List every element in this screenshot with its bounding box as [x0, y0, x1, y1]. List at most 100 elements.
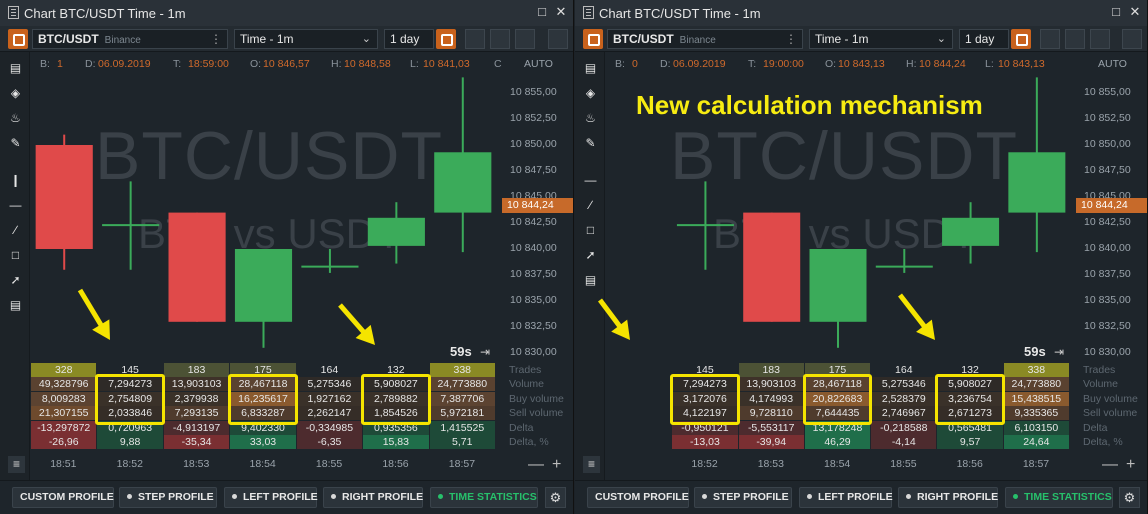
lock-button[interactable] [1040, 29, 1060, 49]
stat-cell: 183 [163, 363, 230, 377]
zoom-out-icon[interactable]: — [528, 456, 544, 474]
auto-scale-label[interactable]: AUTO [524, 58, 553, 70]
stats-row-sell: 4,122197 9,728110 7,644435 2,746967 2,671273… [606, 406, 1070, 421]
time-tick: 18:56 [382, 458, 409, 470]
lock-button[interactable] [465, 29, 485, 49]
timeframe-select[interactable]: Time - 1m ⌄ [809, 29, 953, 49]
stats-row-volume: 49,328796 7,294273 13,903103 28,467118 5,275… [31, 377, 496, 392]
price-tick: 10 832,50 [510, 320, 557, 332]
refresh-button[interactable] [436, 29, 456, 49]
profile-button-time-statistics[interactable]: TIME STATISTICS [430, 487, 538, 508]
candlestick-chart[interactable] [31, 52, 502, 362]
profile-button-left-profile[interactable]: LEFT PROFILE [799, 487, 893, 508]
alert-icon[interactable]: ♨ [582, 110, 599, 127]
close-icon[interactable]: ✕ [1129, 5, 1141, 18]
symbol-selector[interactable]: BTC/USDT Binance ⋮ [32, 29, 228, 49]
profile-button-time-statistics[interactable]: TIME STATISTICS [1005, 487, 1113, 508]
profile-button-step-profile[interactable]: STEP PROFILE [694, 487, 792, 508]
auto-scale-label[interactable]: AUTO [1098, 58, 1127, 70]
stat-cell: 9,402330 [230, 420, 296, 435]
stat-cell: 33,03 [230, 435, 296, 449]
stat-cell: 5,908027 [363, 377, 429, 392]
stat-cell: -0,950121 [672, 420, 738, 435]
profile-button-custom-profile[interactable]: CUSTOM PROFILE [587, 487, 689, 508]
profile-button-right-profile[interactable]: RIGHT PROFILE [323, 487, 423, 508]
template-button[interactable] [490, 29, 510, 49]
list-icon[interactable]: ≡ [8, 456, 25, 473]
profile-button-step-profile[interactable]: STEP PROFILE [119, 487, 217, 508]
window-icon [583, 6, 594, 19]
price-tick: 10 837,50 [1084, 268, 1131, 280]
profile-button-label: RIGHT PROFILE [917, 491, 999, 503]
stat-cell: 2,789882 [363, 391, 429, 406]
stats-row-delta-pct: -26,96 9,88 -35,34 33,03 -6,35 15,83 5,71 [31, 435, 496, 449]
panel-toggle-button[interactable] [548, 29, 568, 49]
stat-cell: 2,262147 [296, 406, 363, 421]
time-tick: 18:55 [890, 458, 917, 470]
stat-cell: 132 [961, 364, 979, 376]
settings-button[interactable] [515, 29, 535, 49]
gear-icon[interactable]: ⚙ [545, 487, 566, 508]
stat-cell: 6,833287 [230, 406, 296, 421]
symbol-selector[interactable]: BTC/USDT Binance ⋮ [607, 29, 803, 49]
period-select[interactable]: 1 day [384, 29, 434, 49]
period-select[interactable]: 1 day [959, 29, 1009, 49]
ruler-icon[interactable]: ➚ [582, 247, 599, 264]
profile-button-label: CUSTOM PROFILE [595, 491, 689, 503]
chart-type-icon[interactable]: ▤ [582, 60, 599, 77]
timeframe-select[interactable]: Time - 1m ⌄ [234, 29, 378, 49]
stat-cell: 2,754809 [97, 391, 163, 406]
rectangle-icon[interactable]: □ [582, 222, 599, 239]
title-bar: Chart BTC/USDT Time - 1m □ ✕ [0, 0, 573, 26]
stat-cell: 24,64 [1003, 435, 1069, 449]
settings-button[interactable] [1090, 29, 1110, 49]
refresh-button[interactable] [1011, 29, 1031, 49]
horizontal-line-icon[interactable]: — [582, 172, 599, 189]
alert-icon[interactable]: ♨ [7, 110, 24, 127]
volume-profile-icon[interactable]: ▤ [7, 297, 24, 314]
candle-1856 [367, 202, 425, 264]
pencil-icon[interactable]: ✎ [582, 135, 599, 152]
trend-line-icon[interactable]: ∕ [7, 222, 24, 239]
maximize-icon[interactable]: □ [536, 5, 548, 18]
zoom-in-icon[interactable]: + [1126, 456, 1135, 474]
stat-cell: -6,35 [296, 435, 363, 449]
close-icon[interactable]: ✕ [555, 5, 567, 18]
template-button[interactable] [1065, 29, 1085, 49]
chart-type-icon[interactable]: ▤ [7, 60, 24, 77]
vertical-line-icon[interactable]: ❙ [7, 172, 24, 189]
arrow-icon[interactable]: ⇥ [480, 345, 490, 359]
stat-cell: -13,297872 [31, 420, 97, 435]
zoom-out-icon[interactable]: — [1102, 456, 1118, 474]
time-tick: 18:54 [824, 458, 851, 470]
layout-toggle-button[interactable] [583, 29, 603, 49]
layout-toggle-button[interactable] [8, 29, 28, 49]
stat-cell: 175 [804, 363, 871, 377]
gear-icon[interactable]: ⚙ [1119, 487, 1140, 508]
layers-icon[interactable]: ◈ [582, 85, 599, 102]
horizontal-line-icon[interactable]: — [7, 197, 24, 214]
stat-cell: 1,927162 [296, 391, 363, 406]
arrow-icon[interactable]: ⇥ [1054, 345, 1064, 359]
stat-cell: 2,033846 [97, 406, 163, 421]
rectangle-icon[interactable]: □ [7, 247, 24, 264]
stats-row-label: Trades [1083, 364, 1116, 376]
volume-profile-icon[interactable]: ▤ [582, 272, 599, 289]
status-dot [232, 493, 237, 499]
zoom-in-icon[interactable]: + [552, 456, 561, 474]
stat-cell: 164 [895, 364, 913, 376]
stat-cell: 7,294273 [672, 377, 738, 392]
stats-row-delta: -0,950121 -5,553117 13,178248 -0,218588 0,56… [606, 420, 1070, 435]
maximize-icon[interactable]: □ [1110, 5, 1122, 18]
profile-button-left-profile[interactable]: LEFT PROFILE [224, 487, 318, 508]
ruler-icon[interactable]: ➚ [7, 272, 24, 289]
list-icon[interactable]: ≡ [583, 456, 600, 473]
trend-line-icon[interactable]: ∕ [582, 197, 599, 214]
profile-button-right-profile[interactable]: RIGHT PROFILE [898, 487, 998, 508]
profile-button-custom-profile[interactable]: CUSTOM PROFILE [12, 487, 114, 508]
price-tick: 10 850,00 [1084, 138, 1131, 150]
panel-toggle-button[interactable] [1122, 29, 1142, 49]
status-dot [906, 493, 911, 499]
pencil-icon[interactable]: ✎ [7, 135, 24, 152]
layers-icon[interactable]: ◈ [7, 85, 24, 102]
